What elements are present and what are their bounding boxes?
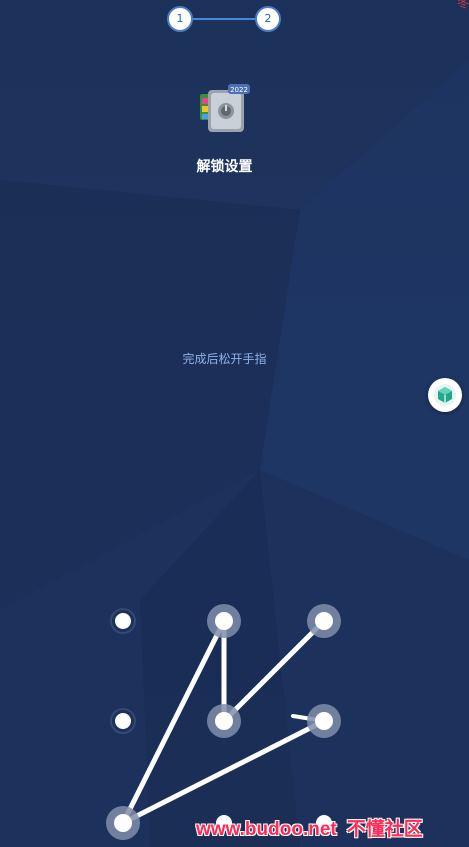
lock-setup-screen: 冬 1 2 2022 解锁设置 完成后松开手指 www.budoo.net 不懂… [0,0,469,847]
pattern-dot-6[interactable] [307,704,341,738]
watermark-cn: 不懂社区 [346,819,423,840]
pattern-dot-5[interactable] [207,704,241,738]
pattern-lock-grid[interactable] [0,0,469,847]
pattern-dot-3[interactable] [307,604,341,638]
pattern-dot-4[interactable] [110,708,136,734]
watermark-url: www.budoo.net [196,819,337,840]
pattern-dot-2[interactable] [207,604,241,638]
watermark: www.budoo.net 不懂社区 [196,814,423,842]
pattern-dot-1[interactable] [110,608,136,634]
pattern-dot-7[interactable] [106,806,140,840]
